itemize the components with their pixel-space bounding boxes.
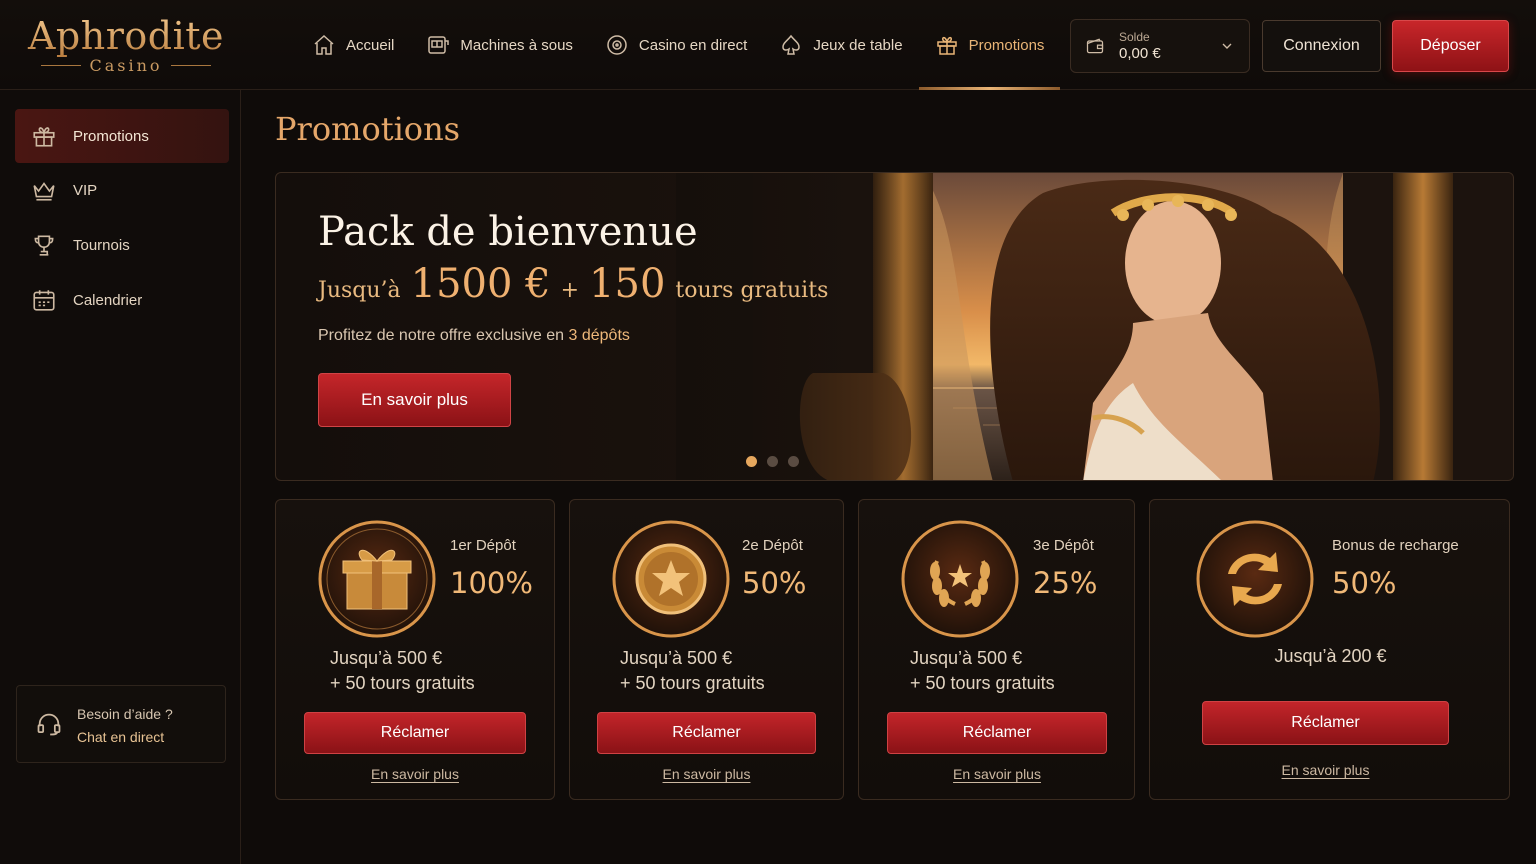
card-percent: 25%: [1033, 566, 1098, 600]
help-title: Besoin d’aide ?: [77, 706, 173, 722]
card-label: 1er Dépôt: [450, 537, 516, 554]
carousel-dot-1[interactable]: [746, 456, 757, 467]
carousel-dots: [746, 456, 799, 467]
star-coin-icon: [612, 520, 730, 638]
balance-value: 0,00 €: [1119, 45, 1161, 62]
card-percent: 50%: [742, 566, 807, 600]
hero-offer: Jusqu’à 1500 € + 150 tours gratuits: [318, 261, 829, 307]
promo-card-first-deposit: 1er Dépôt 100% Jusqu’à 500 € + 50 tours …: [275, 499, 555, 800]
nav-item-live-casino[interactable]: Casino en direct: [589, 0, 763, 90]
card-line-1: Jusqu’à 500 €: [620, 648, 733, 668]
balance-label: Solde: [1119, 30, 1150, 44]
card-line-2: + 50 tours gratuits: [910, 673, 1055, 693]
chevron-down-icon: [1222, 43, 1232, 49]
hero-spins: 150: [589, 261, 666, 307]
card-line-1: Jusqu’à 200 €: [1274, 646, 1387, 666]
main-nav: Accueil Machines à sous Casino en direct…: [296, 0, 1061, 90]
learn-more-link[interactable]: En savoir plus: [304, 766, 526, 782]
nav-item-home[interactable]: Accueil: [296, 0, 410, 90]
gift-icon: [936, 36, 957, 55]
nav-item-promotions[interactable]: Promotions: [918, 0, 1061, 90]
hero-title: Pack de bienvenue: [318, 209, 698, 255]
brand-name: Aphrodite: [27, 14, 225, 58]
card-percent: 50%: [1332, 566, 1397, 600]
card-line-2: + 50 tours gratuits: [330, 673, 475, 693]
home-icon: [314, 34, 334, 55]
calendar-icon: [33, 290, 55, 311]
hero-description: Profitez de notre offre exclusive en 3 d…: [318, 327, 630, 344]
login-button[interactable]: Connexion: [1262, 20, 1381, 72]
card-label: 3e Dépôt: [1033, 537, 1094, 554]
claim-button[interactable]: Réclamer: [304, 712, 526, 754]
sidebar-item-tournaments[interactable]: Tournois: [15, 218, 229, 272]
sidebar-item-vip[interactable]: VIP: [15, 163, 229, 217]
hero-amount: 1500 €: [410, 261, 551, 307]
brand-sub: Casino: [89, 56, 163, 75]
card-label: 2e Dépôt: [742, 537, 803, 554]
top-bar: Aphrodite Casino Accueil Machines à sous…: [0, 0, 1536, 90]
learn-more-link[interactable]: En savoir plus: [597, 766, 816, 782]
card-percent: 100%: [450, 566, 533, 600]
learn-more-link[interactable]: En savoir plus: [1202, 762, 1449, 778]
sidebar-item-promotions[interactable]: Promotions: [15, 109, 229, 163]
sidebar-item-calendar[interactable]: Calendrier: [15, 273, 229, 327]
live-chat-link[interactable]: Chat en direct: [77, 727, 173, 747]
wallet-icon: [1086, 38, 1104, 54]
help-chat-box[interactable]: Besoin d’aide ? Chat en direct: [16, 685, 226, 763]
claim-button[interactable]: Réclamer: [597, 712, 816, 754]
crown-icon: [33, 182, 55, 201]
claim-button[interactable]: Réclamer: [1202, 701, 1449, 745]
gift-icon: [33, 127, 55, 147]
claim-button[interactable]: Réclamer: [887, 712, 1107, 754]
card-line-1: Jusqu’à 500 €: [330, 648, 443, 668]
nav-item-table-games[interactable]: Jeux de table: [763, 0, 918, 90]
gift-box-icon: [318, 520, 436, 638]
promo-card-second-deposit: 2e Dépôt 50% Jusqu’à 500 € + 50 tours gr…: [569, 499, 844, 800]
roulette-icon: [607, 35, 627, 55]
trophy-icon: [34, 235, 54, 256]
brand-logo[interactable]: Aphrodite Casino: [26, 14, 226, 80]
card-line-1: Jusqu’à 500 €: [910, 648, 1023, 668]
deposit-button[interactable]: Déposer: [1392, 20, 1509, 72]
card-line-2: + 50 tours gratuits: [620, 673, 765, 693]
hero-learn-more-button[interactable]: En savoir plus: [318, 373, 511, 427]
balance-dropdown[interactable]: Solde 0,00 €: [1070, 19, 1250, 73]
slot-machine-icon: [428, 36, 450, 54]
card-label: Bonus de recharge: [1332, 537, 1459, 554]
promo-card-third-deposit: 3e Dépôt 25% Jusqu’à 500 € + 50 tours gr…: [858, 499, 1135, 800]
welcome-banner: Pack de bienvenue Jusqu’à 1500 € + 150 t…: [275, 172, 1514, 481]
promo-card-reload-bonus: Bonus de recharge 50% Jusqu’à 200 € Récl…: [1149, 499, 1510, 800]
refresh-icon: [1196, 520, 1314, 638]
page-title: Promotions: [275, 110, 461, 148]
laurel-star-icon: [901, 520, 1019, 638]
nav-item-slots[interactable]: Machines à sous: [410, 0, 589, 90]
carousel-dot-3[interactable]: [788, 456, 799, 467]
headset-icon: [37, 713, 61, 736]
learn-more-link[interactable]: En savoir plus: [887, 766, 1107, 782]
spade-icon: [782, 34, 801, 55]
carousel-dot-2[interactable]: [767, 456, 778, 467]
sidebar: Promotions VIP Tournois Calendrier Besoi…: [0, 90, 241, 864]
